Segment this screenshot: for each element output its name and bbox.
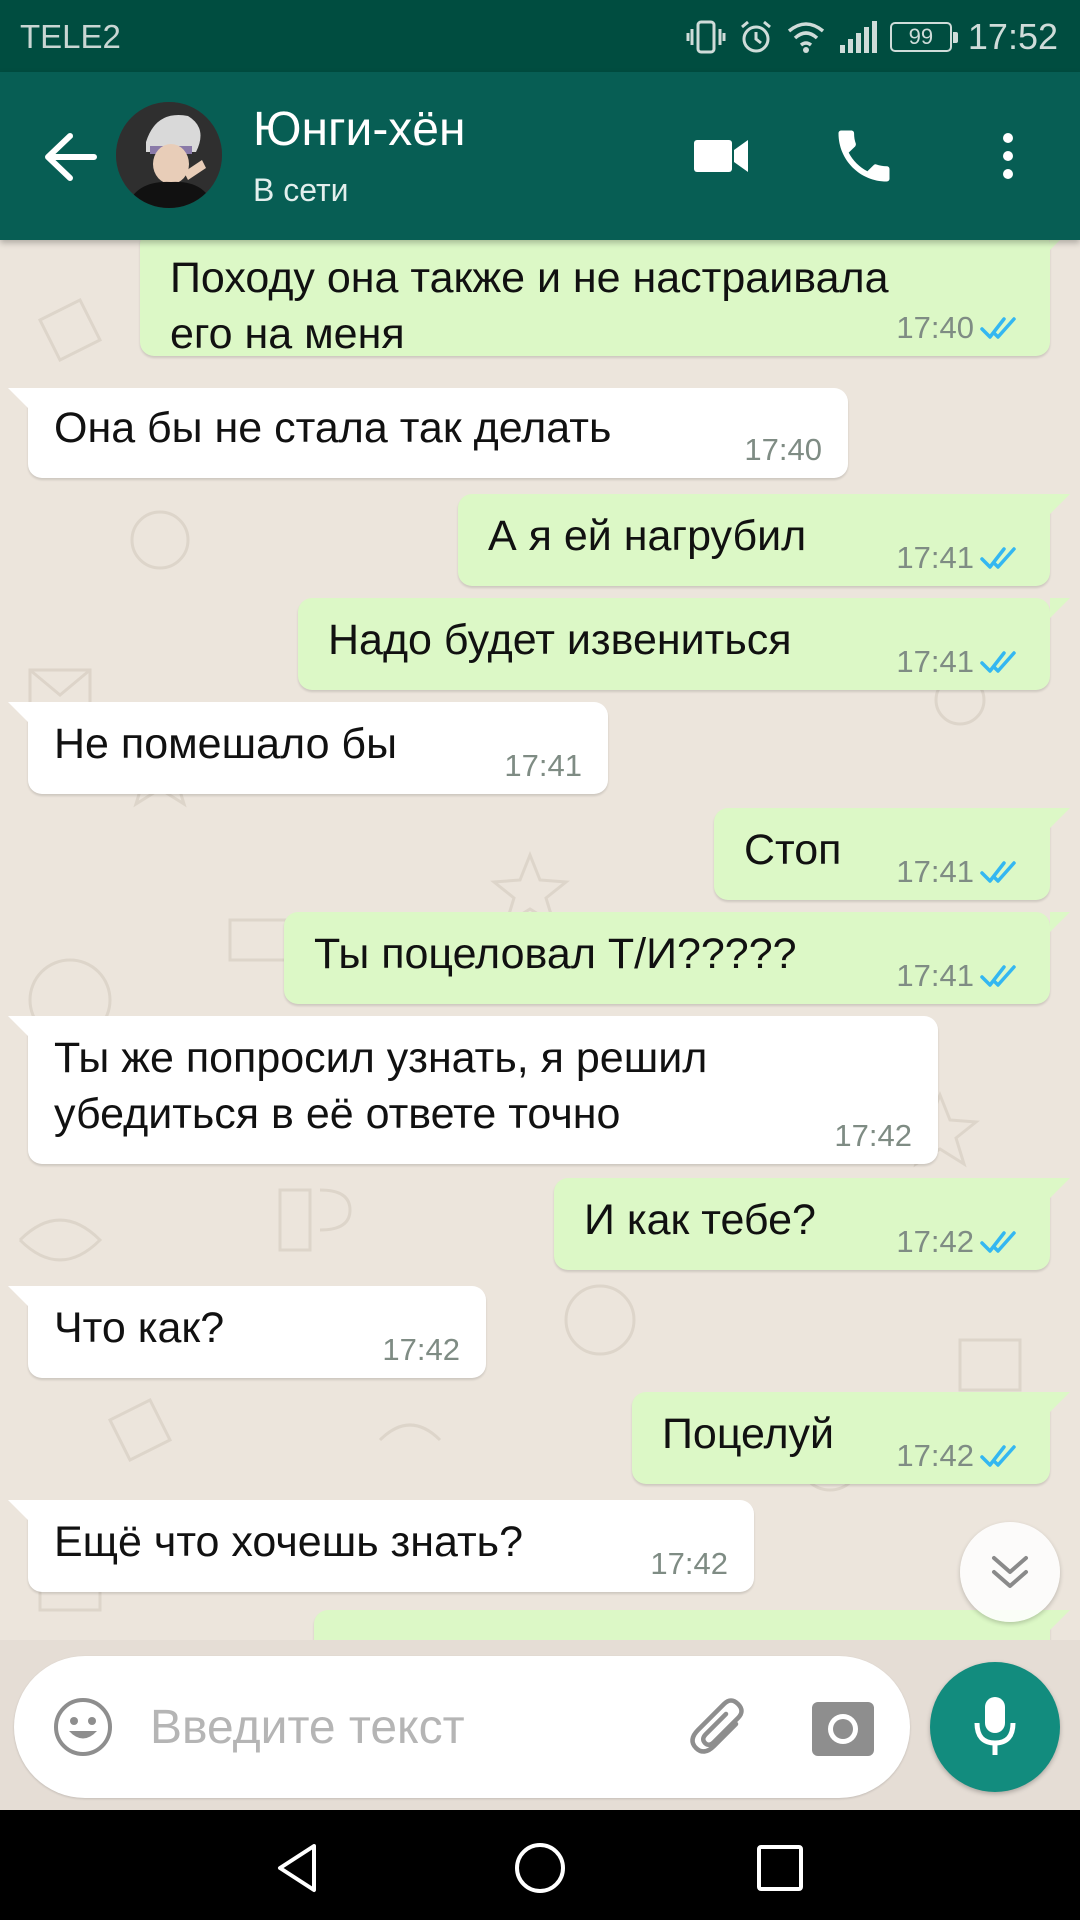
message-text: И как тебе? [584,1196,816,1244]
message-meta: 17:42 [650,1544,728,1584]
message-bubble-outgoing[interactable]: А я ей нагрубил 17:41 [458,494,1070,586]
message-bubble-outgoing[interactable]: Ты поцеловал Т/И????? 17:41 [284,912,1070,1004]
double-check-icon [980,317,1016,339]
emoji-button[interactable] [52,1696,114,1758]
vibrate-icon [686,20,726,54]
more-options-button[interactable] [990,122,1026,190]
message-meta: 17:41 [896,642,1026,682]
message-bubble-outgoing-partial[interactable] [314,1610,1070,1640]
status-icons: 99 17:52 [686,12,1058,62]
back-button[interactable] [36,122,106,192]
message-meta: 17:41 [896,852,1026,892]
double-check-icon [980,547,1016,569]
message-bubble-incoming[interactable]: Что как? 17:42 [8,1286,486,1378]
message-time: 17:40 [896,310,974,345]
nav-recents-button[interactable] [754,1842,806,1894]
message-bubble-outgoing[interactable]: Походу она также и не настраивала его на… [140,240,1070,358]
message-meta: 17:40 [896,308,1026,348]
paperclip-icon [690,1698,744,1754]
message-time: 17:42 [834,1118,912,1153]
message-bubble-incoming[interactable]: Не помешало бы 17:41 [8,702,608,794]
message-text: Походу она также и не настраивала его на… [170,254,889,358]
message-meta: 17:42 [896,1222,1026,1262]
emoji-icon [54,1698,112,1756]
double-check-icon [980,965,1016,987]
message-time: 17:41 [896,644,974,679]
message-time: 17:42 [382,1332,460,1367]
message-bubble-outgoing[interactable]: И как тебе? 17:42 [554,1178,1070,1270]
message-time: 17:41 [896,958,974,993]
nav-recents-icon [757,1845,803,1891]
message-meta: 17:41 [504,746,582,786]
message-meta: 17:41 [896,538,1026,578]
avatar[interactable] [116,102,222,208]
nav-home-button[interactable] [512,1840,568,1896]
message-text: Она бы не стала так делать [54,404,612,452]
avatar-image [116,102,222,208]
nav-home-icon [515,1843,565,1893]
alarm-icon [740,20,771,53]
scroll-to-bottom-button[interactable] [960,1522,1060,1622]
signal-icon [839,21,877,53]
message-bubble-outgoing[interactable]: Надо будет извениться 17:41 [298,598,1070,690]
camera-icon [812,1702,874,1756]
status-bar: TELE2 99 17:52 [0,0,1080,72]
message-text: Что как? [54,1304,225,1352]
phone-icon [838,130,890,182]
message-bubble-outgoing[interactable]: Поцелуй 17:42 [632,1392,1070,1484]
message-text: А я ей нагрубил [488,512,807,560]
chevron-double-down-icon [992,1556,1028,1588]
video-camera-icon [694,140,748,172]
battery-icon: 99 [889,22,958,52]
message-bubble-incoming[interactable]: Она бы не стала так делать 17:40 [8,388,848,478]
message-text: Не помешало бы [54,720,397,768]
video-call-button[interactable] [690,124,754,188]
message-list[interactable]: Походу она также и не настраивала его на… [0,240,1080,1640]
message-text: Ты же попросил узнать, я решил убедиться… [54,1034,708,1138]
voice-message-button[interactable] [930,1662,1060,1792]
chat-header: Юнги-хён В сети [0,72,1080,240]
system-nav-bar [0,1810,1080,1920]
more-vert-icon [1003,133,1013,179]
double-check-icon [980,1231,1016,1253]
message-time: 17:42 [896,1438,974,1473]
message-meta: 17:42 [382,1330,460,1370]
message-meta: 17:42 [834,1116,912,1156]
message-bubble-incoming[interactable]: Ты же попросил узнать, я решил убедиться… [8,1016,938,1164]
nav-back-icon [278,1844,316,1892]
message-meta: 17:40 [744,430,822,470]
message-bubble-incoming[interactable]: Ещё что хочешь знать? 17:42 [8,1500,754,1592]
message-time: 17:40 [744,432,822,467]
message-text: Поцелуй [662,1410,835,1458]
wifi-icon [787,22,825,53]
message-time: 17:41 [504,748,582,783]
message-time: 17:41 [896,854,974,889]
message-composer [14,1656,910,1798]
back-arrow-icon [45,133,97,181]
contact-status: В сети [253,172,349,208]
message-text: Ты поцеловал Т/И????? [314,930,797,978]
message-text: Стоп [744,826,842,874]
double-check-icon [980,861,1016,883]
message-text: Ещё что хочешь знать? [54,1518,523,1566]
message-meta: 17:41 [896,956,1026,996]
carrier-label: TELE2 [20,18,121,55]
double-check-icon [980,1445,1016,1467]
voice-call-button[interactable] [830,122,898,190]
message-time: 17:42 [650,1546,728,1581]
double-check-icon [980,651,1016,673]
message-time: 17:41 [896,540,974,575]
message-bubble-outgoing[interactable]: Стоп 17:41 [714,808,1070,900]
battery-level: 99 [908,24,934,49]
contact-name[interactable]: Юнги-хён [253,102,466,157]
message-meta: 17:42 [896,1436,1026,1476]
message-text: Надо будет извениться [328,616,792,664]
mic-icon [974,1697,1016,1755]
status-time: 17:52 [967,16,1058,57]
nav-back-button[interactable] [270,1840,326,1896]
attach-button[interactable] [686,1694,754,1762]
message-time: 17:42 [896,1224,974,1259]
message-input[interactable] [150,1694,670,1760]
camera-button[interactable] [810,1696,876,1760]
